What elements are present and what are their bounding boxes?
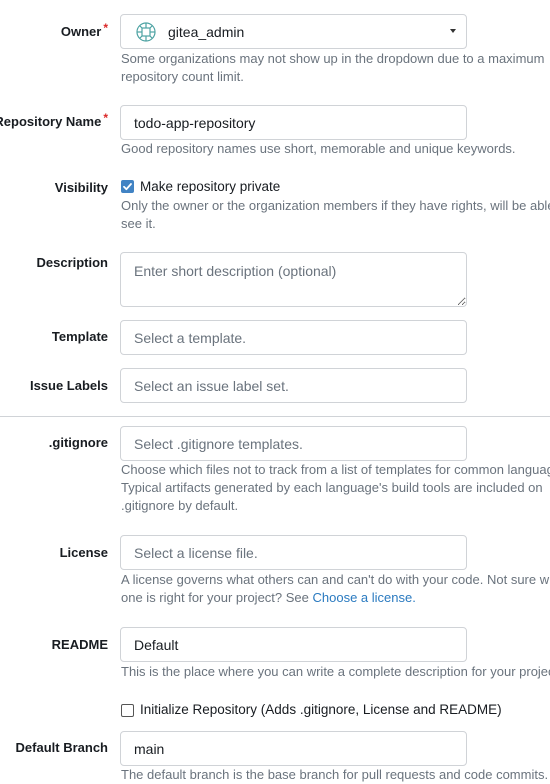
visibility-help-line1: Only the owner or the organization membe… [121,198,550,213]
init-repo-checkbox-label[interactable]: Initialize Repository (Adds .gitignore, … [140,702,502,717]
gitignore-label: .gitignore [48,435,108,450]
owner-help-line2: repository count limit. [121,69,244,84]
owner-label: Owner * [60,21,108,39]
private-checkbox-label[interactable]: Make repository private [140,179,280,194]
readme-help: This is the place where you can write a … [121,664,550,679]
license-help-text: one is right for your project? See [121,590,313,605]
repo-name-help: Good repository names use short, memorab… [121,141,516,156]
private-checkbox[interactable] [121,180,134,193]
gitignore-help-line2: Typical artifacts generated by each lang… [121,480,543,495]
owner-help-line1: Some organizations may not show up in th… [121,51,545,66]
init-repo-checkbox[interactable] [121,704,134,717]
section-divider [0,416,550,417]
visibility-label: Visibility [54,180,108,195]
gitignore-help-line1: Choose which files not to track from a l… [121,462,550,477]
template-placeholder: Select a template. [134,329,247,346]
readme-dropdown[interactable]: Default [120,627,467,662]
template-label: Template [51,329,108,344]
gitea-org-avatar-icon [134,20,158,44]
issue-labels-placeholder: Select an issue label set. [134,377,289,394]
license-help-line2: one is right for your project? See Choos… [121,589,416,607]
license-dropdown[interactable]: Select a license file. [120,535,467,570]
repo-name-label: Repository Name * [0,111,108,129]
chevron-down-icon [450,29,456,33]
gitignore-placeholder: Select .gitignore templates. [134,435,303,452]
issue-labels-label: Issue Labels [29,378,108,393]
repo-name-value: todo-app-repository [134,114,256,131]
license-help-line1: A license governs what others can and ca… [121,572,550,587]
description-label: Description [36,255,108,270]
repo-name-input[interactable]: todo-app-repository [120,105,467,140]
readme-value: Default [134,636,179,653]
owner-dropdown[interactable]: gitea_admin [120,14,467,49]
issue-labels-dropdown[interactable]: Select an issue label set. [120,368,467,403]
visibility-help-line2: see it. [121,216,156,231]
license-placeholder: Select a license file. [134,544,258,561]
license-label: License [59,545,108,560]
checkmark-icon [123,183,132,191]
gitignore-dropdown[interactable]: Select .gitignore templates. [120,426,467,461]
gitignore-help-line3: .gitignore by default. [121,498,239,513]
readme-label: README [51,637,108,652]
default-branch-input[interactable]: main [120,731,467,766]
choose-license-link[interactable]: Choose a license. [313,590,416,605]
description-textarea[interactable] [120,252,467,307]
owner-value: gitea_admin [168,23,245,40]
template-dropdown[interactable]: Select a template. [120,320,467,355]
default-branch-help: The default branch is the base branch fo… [121,767,549,782]
default-branch-value: main [134,740,165,757]
default-branch-label: Default Branch [15,740,108,755]
